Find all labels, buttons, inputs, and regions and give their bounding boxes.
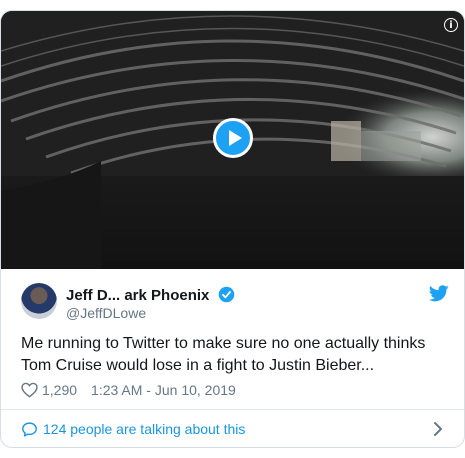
conversation-link[interactable]: 124 people are talking about this xyxy=(21,418,245,440)
timestamp[interactable]: 1:23 AM - Jun 10, 2019 xyxy=(91,382,236,398)
conversation-text: 124 people are talking about this xyxy=(43,421,246,437)
tweet-meta: 1,290 1:23 AM - Jun 10, 2019 xyxy=(21,382,236,398)
info-icon[interactable]: i xyxy=(444,18,458,32)
play-button[interactable] xyxy=(213,118,253,158)
like-count: 1,290 xyxy=(42,382,78,398)
divider xyxy=(1,409,464,410)
user-handle[interactable]: @JeffDLowe xyxy=(66,305,146,321)
display-name[interactable]: Jeff D... ark Phoenix xyxy=(66,286,235,304)
tweet-text: Me running to Twitter to make sure no on… xyxy=(21,335,426,374)
display-name-text: Jeff D... ark Phoenix xyxy=(66,287,210,304)
tweet-card: i Jeff D... ark Phoenix @JeffDLowe Me ru… xyxy=(0,10,465,448)
tweet-header: Jeff D... ark Phoenix @JeffDLowe xyxy=(21,283,449,323)
chevron-right-icon[interactable] xyxy=(433,421,443,437)
speech-bubble-icon xyxy=(22,421,37,437)
verified-badge-icon xyxy=(218,286,234,303)
video-thumbnail[interactable]: i xyxy=(1,11,464,269)
avatar[interactable] xyxy=(21,283,57,319)
twitter-bird-icon[interactable] xyxy=(429,285,449,302)
heart-icon[interactable] xyxy=(21,382,38,398)
